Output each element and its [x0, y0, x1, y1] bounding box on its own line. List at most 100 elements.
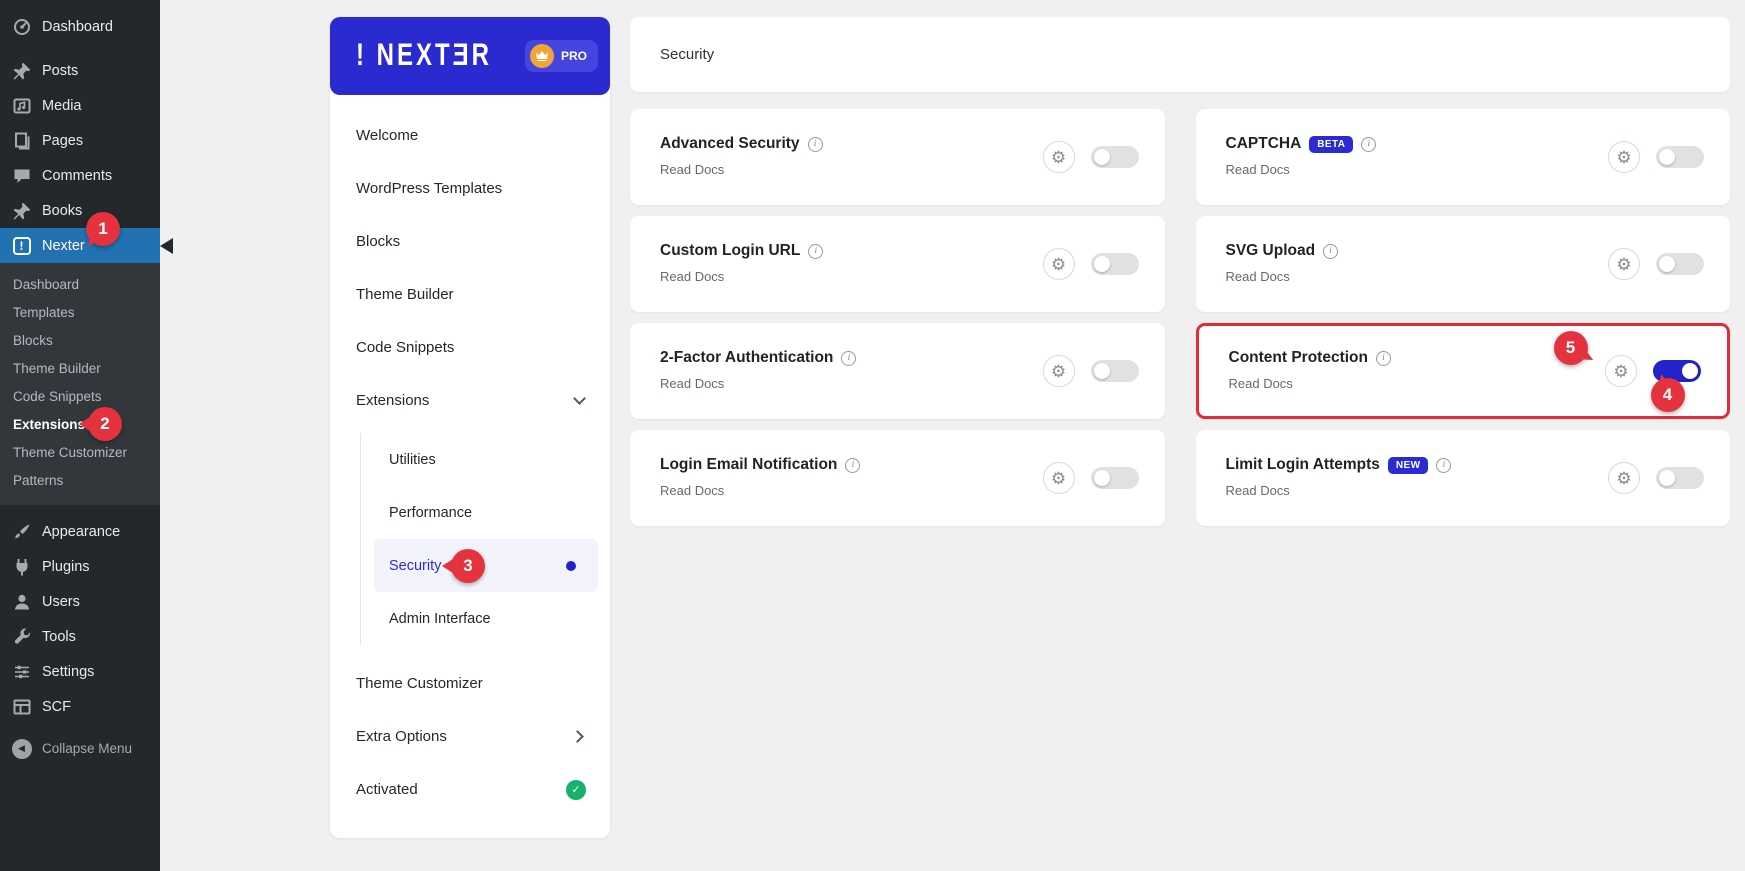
sliders-icon: [11, 661, 32, 682]
read-docs-link[interactable]: Read Docs: [660, 483, 724, 498]
sidebar-item-media[interactable]: Media: [0, 88, 160, 123]
feature-toggle-off[interactable]: [1090, 360, 1139, 382]
read-docs-link[interactable]: Read Docs: [660, 162, 724, 177]
toggle-knob: [1093, 363, 1110, 379]
feature-card-login-email-notification: Login Email Notification i Read Docs ⚙: [630, 430, 1165, 526]
sidebar-item-tools[interactable]: Tools: [0, 619, 160, 654]
read-docs-link[interactable]: Read Docs: [1226, 269, 1290, 284]
submenu-item-extensions[interactable]: Extensions 2: [0, 407, 160, 441]
info-icon[interactable]: i: [1376, 350, 1391, 366]
read-docs-link[interactable]: Read Docs: [660, 269, 724, 284]
panel-submenu-label: Utilities: [389, 451, 436, 468]
sidebar-item-posts[interactable]: Posts: [0, 53, 160, 88]
extensions-submenu: Utilities Performance Security 3 Admin I…: [360, 433, 610, 645]
active-indicator-dot: [566, 560, 576, 571]
feature-toggle-off[interactable]: [1090, 146, 1139, 168]
panel-menu-item-wordpress-templates[interactable]: WordPress Templates: [330, 162, 610, 215]
feature-toggle-off[interactable]: [1090, 253, 1139, 275]
sidebar-item-label: Media: [42, 97, 82, 114]
feature-settings-gear-button[interactable]: ⚙: [1608, 248, 1640, 280]
callout-step-4: 4: [1650, 378, 1685, 412]
gear-icon: ⚙: [1616, 468, 1632, 488]
panel-menu-item-extensions[interactable]: Extensions: [330, 374, 610, 427]
submenu-item-code-snippets[interactable]: Code Snippets: [0, 382, 160, 410]
read-docs-link[interactable]: Read Docs: [1226, 483, 1290, 498]
sidebar-item-pages[interactable]: Pages: [0, 123, 160, 158]
feature-toggle-off[interactable]: [1656, 467, 1704, 489]
feature-settings-gear-button[interactable]: ⚙: [1042, 248, 1075, 280]
panel-menu-item-theme-customizer[interactable]: Theme Customizer: [330, 657, 610, 710]
feature-toggle-off[interactable]: [1656, 146, 1704, 168]
info-icon[interactable]: i: [808, 243, 824, 259]
media-icon: [11, 95, 32, 116]
callout-step-2: 2: [88, 407, 122, 441]
pro-badge[interactable]: PRO: [524, 40, 598, 72]
panel-menu-bottom: Theme Customizer Extra Options Activated…: [330, 657, 610, 816]
panel-menu-label: Extensions: [356, 392, 430, 409]
toggle-knob: [1659, 256, 1675, 272]
sidebar-item-scf[interactable]: SCF: [0, 689, 160, 724]
submenu-label: Dashboard: [13, 276, 80, 292]
feature-settings-gear-button[interactable]: ⚙: [1042, 141, 1075, 173]
user-icon: [11, 591, 32, 612]
card-text: Login Email Notification i Read Docs: [660, 456, 861, 500]
feature-toggle-off[interactable]: [1656, 253, 1704, 275]
info-icon[interactable]: i: [1436, 457, 1452, 473]
read-docs-link[interactable]: Read Docs: [660, 376, 724, 391]
info-icon[interactable]: i: [807, 136, 823, 152]
panel-menu-item-code-snippets[interactable]: Code Snippets: [330, 321, 610, 374]
sidebar-item-plugins[interactable]: Plugins: [0, 549, 160, 584]
info-icon[interactable]: i: [1323, 243, 1339, 259]
sidebar-item-label: Tools: [42, 628, 76, 645]
panel-submenu-label: Performance: [389, 504, 473, 521]
comment-icon: [11, 165, 32, 186]
extensions-submenu-item-performance[interactable]: Performance: [361, 486, 610, 539]
submenu-item-theme-builder[interactable]: Theme Builder: [0, 354, 160, 382]
feature-toggle-off[interactable]: [1090, 467, 1139, 489]
panel-menu-label: WordPress Templates: [356, 180, 503, 197]
panel-menu-item-welcome[interactable]: Welcome: [330, 109, 610, 162]
feature-settings-gear-button[interactable]: ⚙: [1042, 462, 1075, 494]
sidebar-item-settings[interactable]: Settings: [0, 654, 160, 689]
submenu-item-patterns[interactable]: Patterns: [0, 466, 160, 494]
sidebar-item-comments[interactable]: Comments: [0, 158, 160, 193]
panel-menu-label: Code Snippets: [356, 339, 455, 356]
sidebar-item-nexter[interactable]: ! Nexter 1: [0, 212, 173, 263]
submenu-item-dashboard[interactable]: Dashboard: [0, 270, 160, 298]
extensions-submenu-item-admin-interface[interactable]: Admin Interface: [361, 592, 610, 645]
feature-card-captcha: CAPTCHA BETA i Read Docs ⚙: [1195, 109, 1730, 205]
page-title-card: Security: [630, 17, 1730, 92]
info-icon[interactable]: i: [1361, 136, 1377, 152]
card-text: Limit Login Attempts NEW i Read Docs: [1226, 456, 1452, 500]
feature-settings-gear-button[interactable]: ⚙: [1042, 355, 1075, 387]
feature-settings-gear-button[interactable]: ⚙: [1608, 141, 1640, 173]
read-docs-link[interactable]: Read Docs: [1226, 162, 1290, 177]
extensions-submenu-item-utilities[interactable]: Utilities: [361, 433, 610, 486]
sidebar-item-users[interactable]: Users: [0, 584, 160, 619]
collapse-menu-button[interactable]: ◀ Collapse Menu: [0, 731, 160, 766]
info-icon[interactable]: i: [841, 350, 857, 366]
panel-menu-item-extra-options[interactable]: Extra Options: [330, 710, 610, 763]
sidebar-item-label: Comments: [42, 167, 113, 184]
nexter-icon: !: [11, 235, 32, 256]
sidebar-item-books[interactable]: Books: [0, 193, 160, 228]
panel-submenu-label: Admin Interface: [389, 610, 491, 627]
sidebar-item-appearance[interactable]: Appearance: [0, 514, 160, 549]
panel-menu-label: Blocks: [356, 233, 401, 250]
submenu-item-blocks[interactable]: Blocks: [0, 326, 160, 354]
feature-settings-gear-button[interactable]: ⚙: [1605, 355, 1637, 387]
panel-menu-item-theme-builder[interactable]: Theme Builder: [330, 268, 610, 321]
panel-menu-item-blocks[interactable]: Blocks: [330, 215, 610, 268]
submenu-item-templates[interactable]: Templates: [0, 298, 160, 326]
sidebar-item-label: Settings: [42, 663, 95, 680]
plug-icon: [11, 556, 32, 577]
feature-card-custom-login-url: Custom Login URL i Read Docs ⚙: [630, 216, 1165, 312]
extensions-submenu-item-security[interactable]: Security 3: [374, 539, 598, 592]
panel-menu-item-activated[interactable]: Activated ✓: [330, 763, 610, 816]
feature-settings-gear-button[interactable]: ⚙: [1608, 462, 1640, 494]
submenu-item-theme-customizer[interactable]: Theme Customizer: [0, 438, 160, 466]
sidebar-item-dashboard[interactable]: Dashboard: [0, 9, 160, 44]
nexter-logo-header: ! NEXTƎR PRO: [330, 17, 610, 95]
read-docs-link[interactable]: Read Docs: [1229, 376, 1293, 391]
info-icon[interactable]: i: [845, 457, 861, 473]
